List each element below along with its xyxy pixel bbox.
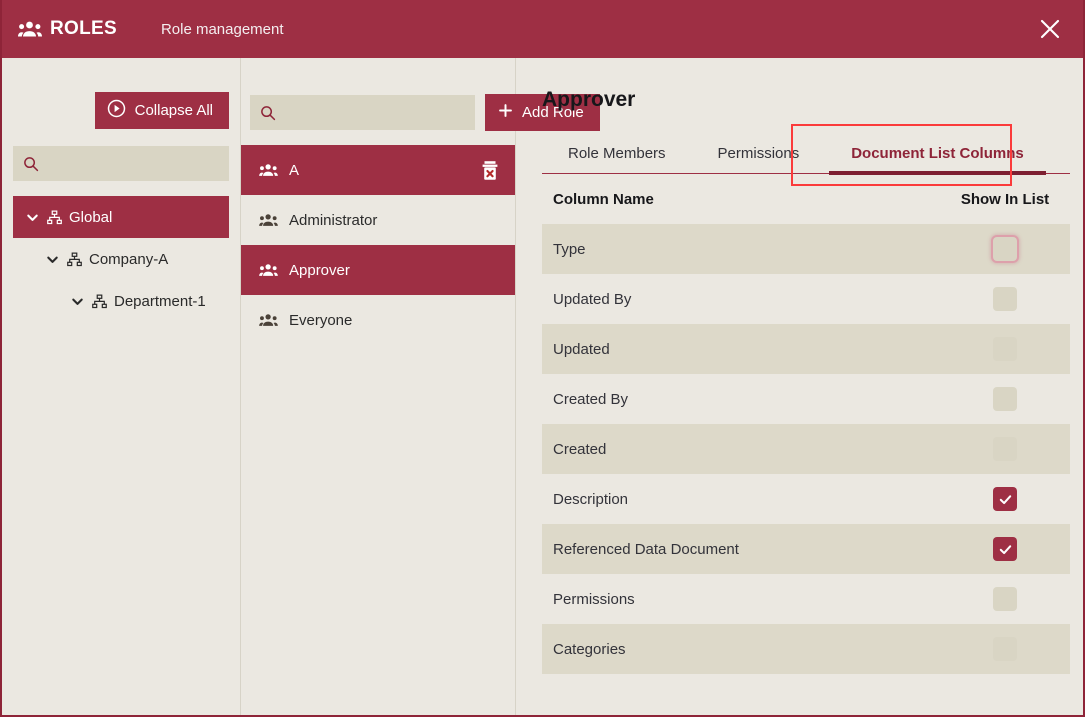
collapse-circle-icon bbox=[107, 99, 126, 122]
table-header: Column Name Show In List bbox=[542, 174, 1070, 224]
cell-column-name: Referenced Data Document bbox=[553, 540, 739, 558]
table-row[interactable]: Updated By bbox=[542, 274, 1070, 324]
cell-show-in-list bbox=[940, 587, 1070, 611]
show-in-list-checkbox[interactable] bbox=[993, 437, 1017, 461]
window-body: Collapse All Global Company-A Department… bbox=[2, 58, 1083, 715]
close-icon[interactable] bbox=[1031, 10, 1069, 48]
table-row[interactable]: Referenced Data Document bbox=[542, 524, 1070, 574]
cell-column-name: Type bbox=[553, 240, 586, 258]
tree-node-label: Global bbox=[69, 208, 113, 226]
role-item-approver[interactable]: Approver bbox=[241, 245, 515, 295]
window-subtitle: Role management bbox=[160, 20, 284, 38]
show-in-list-checkbox[interactable] bbox=[993, 587, 1017, 611]
roles-list-panel: Add Role A Administrator Approver Everyo… bbox=[241, 58, 600, 715]
document-list-columns-table: Column Name Show In List Type Updated By bbox=[542, 174, 1070, 674]
chevron-down-icon[interactable] bbox=[45, 252, 60, 267]
collapse-row: Collapse All bbox=[2, 58, 240, 129]
detail-tabs: Role Members Permissions Document List C… bbox=[542, 134, 1070, 175]
show-in-list-checkbox[interactable] bbox=[993, 287, 1017, 311]
role-item-a[interactable]: A bbox=[241, 145, 515, 195]
role-item-label: A bbox=[289, 161, 300, 179]
table-row[interactable]: Updated bbox=[542, 324, 1070, 374]
tree-node-label: Company-A bbox=[89, 250, 169, 268]
table-row[interactable]: Categories bbox=[542, 624, 1070, 674]
role-item-label: Approver bbox=[289, 261, 350, 279]
page-title: Approver bbox=[542, 88, 636, 111]
tree-node-label: Department-1 bbox=[114, 292, 206, 310]
chevron-down-icon[interactable] bbox=[25, 210, 40, 225]
cell-show-in-list bbox=[940, 487, 1070, 511]
cell-show-in-list bbox=[940, 287, 1070, 311]
table-row[interactable]: Type bbox=[542, 224, 1070, 274]
role-item-label: Administrator bbox=[289, 211, 378, 229]
cell-column-name: Created By bbox=[553, 390, 629, 408]
cell-column-name: Description bbox=[553, 490, 629, 508]
show-in-list-checkbox[interactable] bbox=[993, 387, 1017, 411]
tree-node-global[interactable]: Global bbox=[13, 196, 229, 238]
brand: ROLES bbox=[18, 18, 117, 40]
roles-window: ROLES Role management Collapse All Globa… bbox=[0, 0, 1085, 717]
header-show-in-list: Show In List bbox=[960, 190, 1050, 208]
role-item-administrator[interactable]: Administrator bbox=[241, 195, 515, 245]
table-row[interactable]: Created bbox=[542, 424, 1070, 474]
cell-column-name: Permissions bbox=[553, 590, 635, 608]
role-detail-panel: Approver Role Members Permissions Docume… bbox=[516, 58, 1083, 715]
search-icon bbox=[23, 156, 39, 172]
cell-show-in-list bbox=[940, 537, 1070, 561]
org-tree-panel: Collapse All Global Company-A Department… bbox=[2, 58, 241, 715]
sitemap-icon bbox=[47, 210, 62, 225]
tab-document-list-columns[interactable]: Document List Columns bbox=[825, 145, 1050, 175]
title-bar: ROLES Role management bbox=[2, 0, 1083, 58]
role-search-input[interactable] bbox=[284, 104, 465, 121]
role-list: A Administrator Approver Everyone bbox=[241, 145, 515, 345]
cell-show-in-list bbox=[940, 337, 1070, 361]
org-tree: Global Company-A Department-1 bbox=[2, 196, 240, 322]
tab-permissions[interactable]: Permissions bbox=[692, 145, 826, 173]
show-in-list-checkbox[interactable] bbox=[993, 487, 1017, 511]
sitemap-icon bbox=[92, 294, 107, 309]
people-icon bbox=[259, 163, 278, 177]
tree-search-input[interactable] bbox=[47, 155, 228, 172]
role-item-label: Everyone bbox=[289, 311, 353, 329]
show-in-list-checkbox[interactable] bbox=[993, 537, 1017, 561]
tab-role-members[interactable]: Role Members bbox=[542, 145, 692, 173]
table-row[interactable]: Created By bbox=[542, 374, 1070, 424]
roles-toolbar: Add Role bbox=[241, 58, 600, 131]
tree-node-department-1[interactable]: Department-1 bbox=[2, 280, 240, 322]
plus-icon bbox=[498, 103, 513, 122]
cell-show-in-list bbox=[940, 237, 1070, 261]
cell-column-name: Updated By bbox=[553, 290, 632, 308]
people-icon bbox=[259, 313, 278, 327]
cell-show-in-list bbox=[940, 437, 1070, 461]
collapse-all-label: Collapse All bbox=[134, 102, 213, 119]
table-row[interactable]: Description bbox=[542, 474, 1070, 524]
show-in-list-checkbox[interactable] bbox=[993, 637, 1017, 661]
cell-column-name: Updated bbox=[553, 340, 610, 358]
trash-delete-icon[interactable] bbox=[480, 160, 500, 181]
search-icon bbox=[260, 105, 276, 121]
table-row[interactable]: Permissions bbox=[542, 574, 1070, 624]
tree-search-box[interactable] bbox=[13, 146, 229, 181]
people-icon bbox=[18, 20, 42, 38]
collapse-all-button[interactable]: Collapse All bbox=[94, 92, 229, 129]
tree-node-company-a[interactable]: Company-A bbox=[2, 238, 240, 280]
show-in-list-checkbox[interactable] bbox=[993, 337, 1017, 361]
role-search-box[interactable] bbox=[250, 95, 475, 130]
brand-title: ROLES bbox=[50, 18, 117, 39]
header-column-name: Column Name bbox=[553, 190, 654, 208]
show-in-list-checkbox[interactable] bbox=[993, 237, 1017, 261]
cell-show-in-list bbox=[940, 637, 1070, 661]
cell-column-name: Created bbox=[553, 440, 607, 458]
people-icon bbox=[259, 263, 278, 277]
sitemap-icon bbox=[67, 252, 82, 267]
chevron-down-icon[interactable] bbox=[70, 294, 85, 309]
people-icon bbox=[259, 213, 278, 227]
cell-show-in-list bbox=[940, 387, 1070, 411]
cell-column-name: Categories bbox=[553, 640, 626, 658]
role-item-everyone[interactable]: Everyone bbox=[241, 295, 515, 345]
